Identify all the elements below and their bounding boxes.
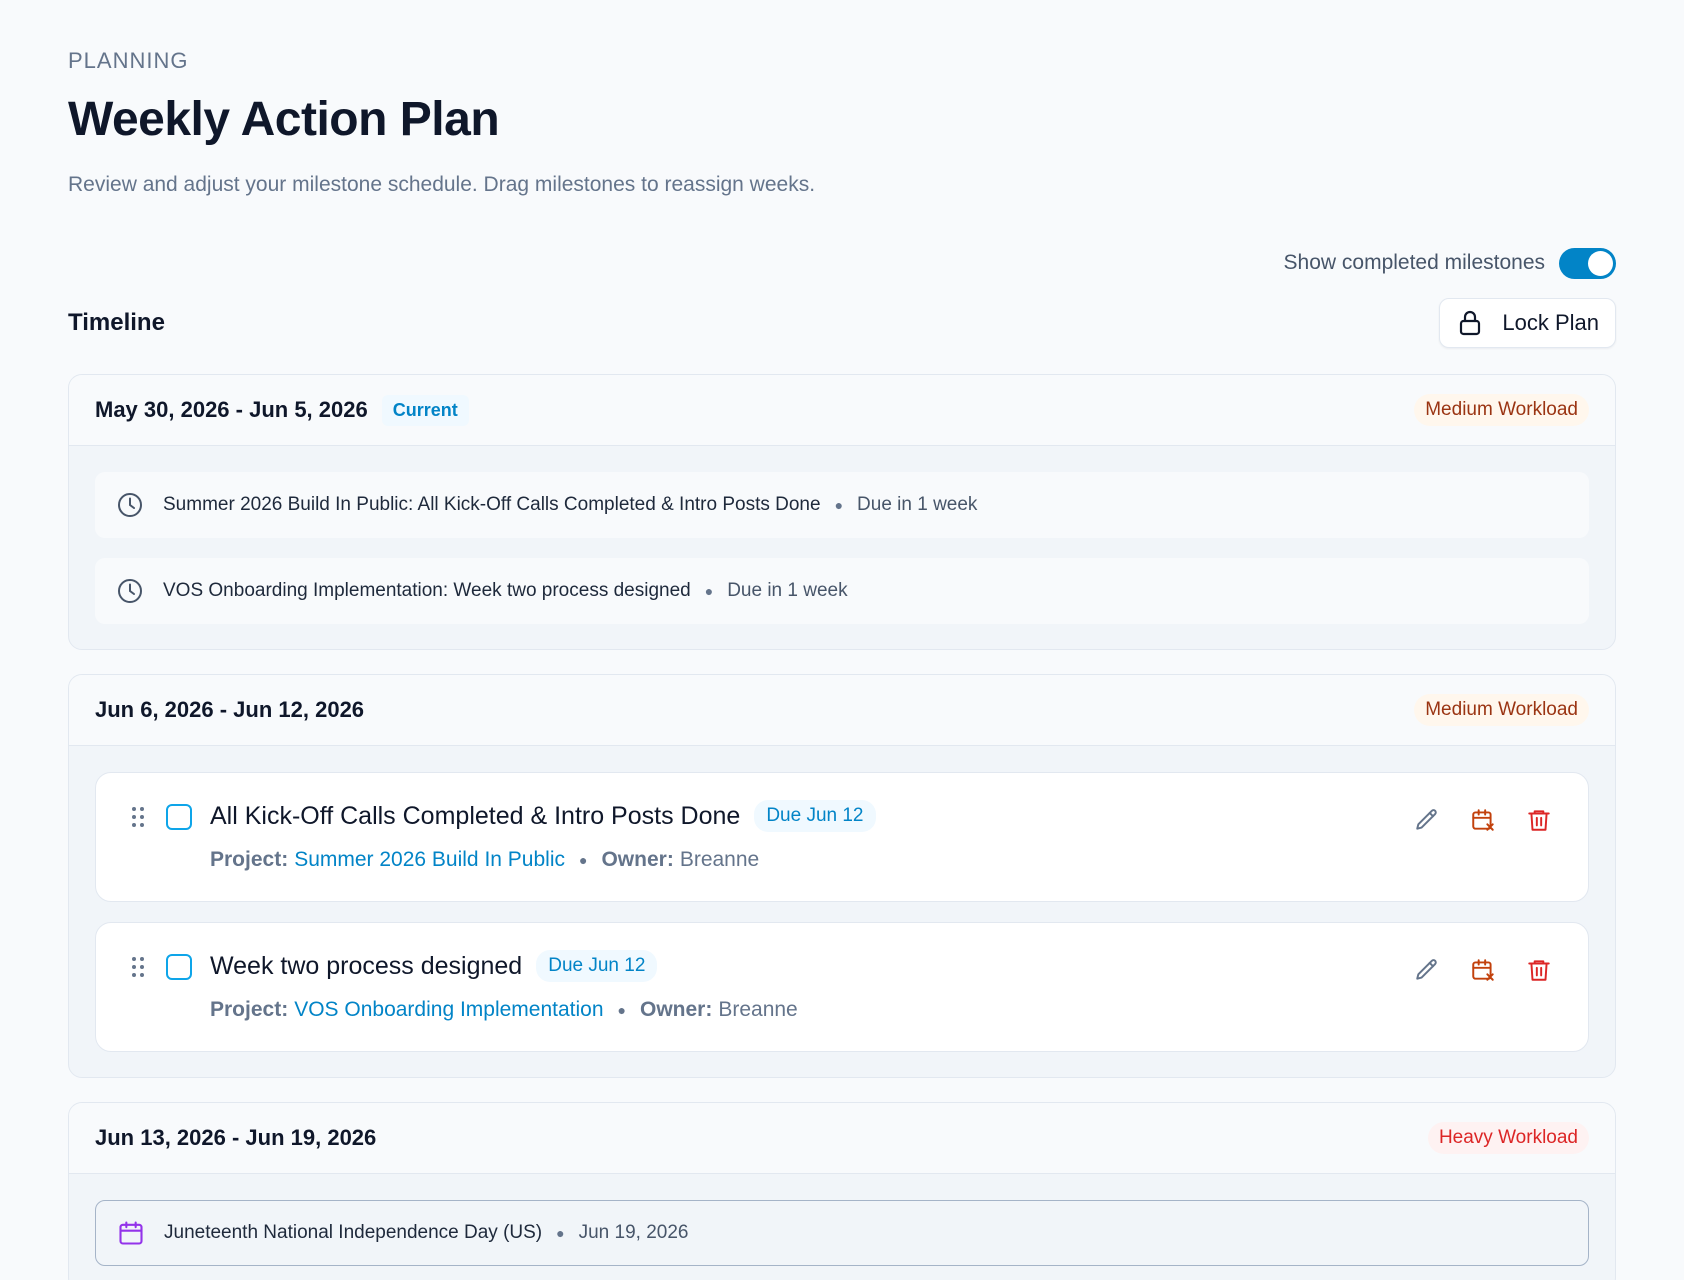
week-section: Jun 13, 2026 - Jun 19, 2026 Heavy Worklo… [68,1102,1616,1280]
due-text: Due in 1 week [727,580,848,601]
owner-name: Breanne [679,848,760,871]
reschedule-icon[interactable] [1468,955,1498,985]
week-range: Jun 6, 2026 - Jun 12, 2026 [95,697,365,722]
milestone-title: All Kick-Off Calls Completed & Intro Pos… [210,801,741,830]
separator-dot: ● [834,497,844,513]
milestone-text: VOS Onboarding Implementation: Week two … [163,580,691,601]
lock-plan-label: Lock Plan [1502,310,1599,335]
owner-name: Breanne [718,998,798,1021]
page-title: Weekly Action Plan [68,93,500,146]
edit-icon[interactable] [1412,955,1442,985]
separator-dot: ● [579,852,588,868]
week-range: Jun 13, 2026 - Jun 19, 2026 [95,1125,377,1150]
project-key: Project: [210,848,289,871]
lock-icon [1460,310,1481,336]
holiday-name: Juneteenth National Independence Day (US… [164,1222,543,1243]
workload-badge: Medium Workload [1414,694,1589,726]
toggle-knob [1588,250,1613,276]
owner-key: Owner: [601,848,674,871]
reschedule-icon[interactable] [1468,805,1498,835]
current-week-badge: Current [381,394,469,426]
show-completed-label: Show completed milestones [1283,251,1545,274]
separator-dot: ● [617,1002,626,1018]
drag-handle-icon[interactable] [126,805,150,901]
separator-dot: ● [556,1225,565,1241]
week-header: Jun 6, 2026 - Jun 12, 2026 Medium Worklo… [69,675,1615,746]
upcoming-milestone-row: Summer 2026 Build In Public: All Kick-Of… [95,472,1589,538]
project-link[interactable]: VOS Onboarding Implementation [294,998,603,1022]
delete-icon[interactable] [1524,805,1554,835]
milestone-checkbox[interactable] [166,954,192,980]
separator-dot: ● [704,583,714,599]
week-section: May 30, 2026 - Jun 5, 2026 Current Mediu… [68,374,1616,650]
timeline-title: Timeline [68,309,165,336]
workload-badge: Medium Workload [1414,394,1589,426]
due-badge: Due Jun 12 [754,800,876,832]
week-header: Jun 13, 2026 - Jun 19, 2026 Heavy Worklo… [69,1103,1615,1174]
clock-icon [115,576,145,606]
page-eyebrow: PLANNING [68,48,189,73]
holiday-date: Jun 19, 2026 [578,1222,689,1243]
drag-handle-icon[interactable] [126,955,150,1051]
delete-icon[interactable] [1524,955,1554,985]
milestone-card[interactable]: Week two process designed Due Jun 12 Pro… [95,922,1589,1052]
edit-icon[interactable] [1412,805,1442,835]
due-text: Due in 1 week [857,494,978,515]
project-link[interactable]: Summer 2026 Build In Public [294,848,565,872]
week-section: Jun 6, 2026 - Jun 12, 2026 Medium Worklo… [68,674,1616,1078]
project-key: Project: [210,998,289,1021]
clock-icon [115,490,145,520]
milestone-text: Summer 2026 Build In Public: All Kick-Of… [163,494,821,515]
calendar-icon [116,1218,146,1248]
milestone-title: Week two process designed [210,951,523,980]
lock-plan-button[interactable]: Lock Plan [1439,298,1616,348]
milestone-checkbox[interactable] [166,804,192,830]
timeline-header: Timeline Lock Plan [68,298,1616,348]
upcoming-milestone-row: VOS Onboarding Implementation: Week two … [95,558,1589,624]
due-badge: Due Jun 12 [536,950,658,982]
show-completed-row: Show completed milestones [68,246,1616,280]
milestone-card[interactable]: All Kick-Off Calls Completed & Intro Pos… [95,772,1589,902]
workload-badge: Heavy Workload [1427,1122,1589,1154]
week-header: May 30, 2026 - Jun 5, 2026 Current Mediu… [69,375,1615,446]
holiday-row: Juneteenth National Independence Day (US… [95,1200,1589,1266]
page-subtitle: Review and adjust your milestone schedul… [68,173,816,196]
week-range: May 30, 2026 - Jun 5, 2026 [95,397,368,422]
owner-key: Owner: [640,998,713,1021]
show-completed-toggle[interactable] [1559,247,1616,279]
